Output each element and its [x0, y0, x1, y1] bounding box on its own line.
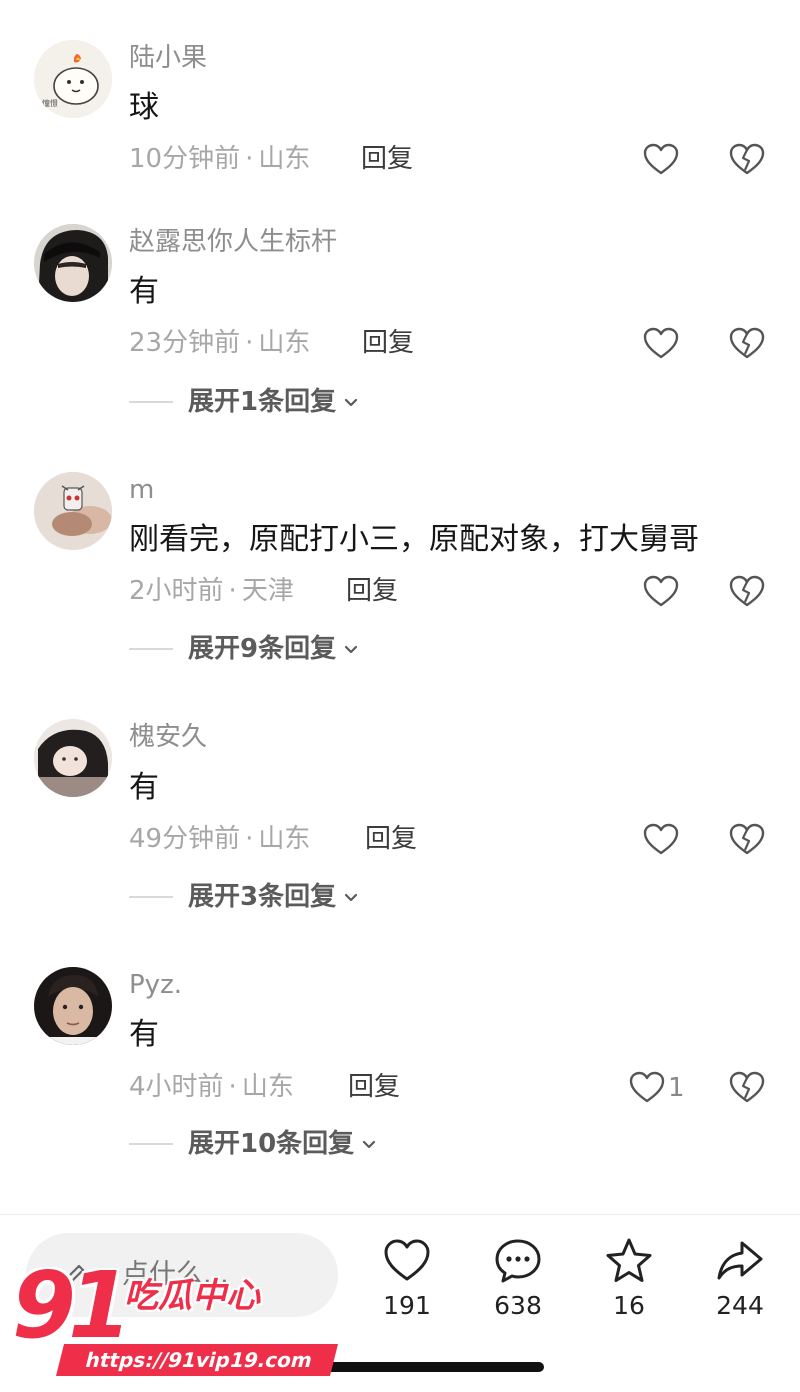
dislike-button[interactable] [727, 1068, 767, 1108]
comments-button[interactable]: 638 [470, 1235, 566, 1323]
girl-cap-photo-icon [34, 224, 112, 302]
watermark-number: 91 [12, 1252, 132, 1359]
avatar[interactable] [34, 967, 112, 1045]
broken-heart-icon [729, 327, 765, 359]
share-button[interactable]: 244 [692, 1235, 788, 1323]
girl-lying-photo-icon [34, 719, 112, 797]
comment-location: 山东 [258, 328, 311, 358]
meta-separator: · [245, 144, 254, 174]
chevron-down-icon [344, 893, 358, 902]
reply-button[interactable]: 回复 [361, 143, 413, 175]
comment-bubble-icon [495, 1239, 541, 1283]
heart-icon [643, 143, 679, 175]
like-video-button[interactable]: 191 [359, 1235, 455, 1323]
heart-icon [384, 1239, 430, 1281]
avatar[interactable] [34, 224, 112, 302]
favorite-count: 16 [613, 1291, 645, 1320]
reply-button[interactable]: 回复 [346, 575, 398, 607]
broken-heart-icon [729, 1071, 765, 1103]
meta-separator: · [228, 1072, 237, 1102]
comment-text: 刚看完，原配打小三，原配对象，打大舅哥 [129, 522, 699, 557]
comment-text: 有 [129, 1017, 159, 1052]
meta-separator: · [245, 824, 254, 854]
broken-heart-icon [729, 823, 765, 855]
comment-meta: 10分钟前 · 山东 [129, 143, 310, 175]
dislike-button[interactable] [727, 324, 767, 364]
divider-dash [129, 648, 173, 650]
expand-replies[interactable]: 展开9条回复 [129, 631, 360, 667]
expand-replies-label: 展开9条回复 [188, 634, 337, 664]
comment-time: 2小时前 [129, 576, 224, 606]
reply-button[interactable]: 回复 [362, 327, 414, 359]
comment-meta: 2小时前 · 天津 [129, 575, 294, 607]
like-count: 191 [383, 1291, 431, 1320]
avatar[interactable] [34, 719, 112, 797]
like-button[interactable] [641, 324, 681, 364]
divider-dash [129, 896, 173, 898]
broken-heart-icon [729, 143, 765, 175]
star-icon [606, 1238, 652, 1282]
comment-time: 10分钟前 [129, 144, 241, 174]
like-count: 1 [668, 1073, 685, 1103]
chevron-down-icon [344, 645, 358, 654]
comment-text: 球 [129, 90, 159, 125]
svg-text:憧憬: 憧憬 [42, 98, 58, 108]
dislike-button[interactable] [727, 820, 767, 860]
comment-username[interactable]: Pyz. [129, 969, 182, 1001]
comment-meta: 23分钟前 · 山东 [129, 327, 310, 359]
share-arrow-icon [717, 1241, 763, 1280]
avatar[interactable]: 憧憬 [34, 40, 112, 118]
comment-location: 天津 [241, 576, 294, 606]
comment-username[interactable]: 槐安久 [129, 721, 207, 753]
comment-time: 23分钟前 [129, 328, 241, 358]
heart-icon [643, 327, 679, 359]
reply-button[interactable]: 回复 [348, 1071, 400, 1103]
watermark-logo: 91 吃瓜中心 https://91vip19.com [4, 1252, 339, 1386]
heart-icon [629, 1071, 665, 1103]
comment-count: 638 [494, 1291, 542, 1320]
comment-username[interactable]: 赵露思你人生标杆 [129, 226, 337, 258]
comment-text: 有 [129, 274, 159, 309]
watermark-url: https://91vip19.com [56, 1344, 339, 1376]
chevron-down-icon [363, 1140, 376, 1149]
favorite-button[interactable]: 16 [581, 1235, 677, 1323]
expand-replies[interactable]: 展开3条回复 [129, 879, 360, 915]
broken-heart-icon [729, 575, 765, 607]
comment-time: 4小时前 [129, 1072, 224, 1102]
comment-location: 山东 [258, 144, 311, 174]
expand-replies-label: 展开3条回复 [188, 882, 337, 912]
young-man-photo-icon [34, 967, 112, 1045]
like-button[interactable] [641, 140, 681, 180]
like-button[interactable] [627, 1068, 667, 1108]
expand-replies[interactable]: 展开10条回复 [129, 1126, 378, 1162]
divider-dash [129, 1143, 173, 1145]
meta-separator: · [228, 576, 237, 606]
comment-location: 山东 [258, 824, 311, 854]
like-button[interactable] [641, 820, 681, 860]
expand-replies-label: 展开1条回复 [188, 387, 337, 417]
comment-location: 山东 [241, 1072, 294, 1102]
comment-meta: 49分钟前 · 山东 [129, 823, 310, 855]
avatar[interactable] [34, 472, 112, 550]
comment-username[interactable]: 陆小果 [129, 42, 207, 74]
comment-meta: 4小时前 · 山东 [129, 1071, 294, 1103]
meta-separator: · [245, 328, 254, 358]
comment-username[interactable]: m [129, 474, 154, 506]
heart-icon [643, 823, 679, 855]
figurine-photo-icon [34, 472, 112, 550]
comment-time: 49分钟前 [129, 824, 241, 854]
expand-replies[interactable]: 展开1条回复 [129, 384, 360, 420]
chevron-down-icon [344, 398, 358, 407]
comment-text: 有 [129, 770, 159, 805]
cartoon-chicken-icon: 憧憬 [34, 40, 112, 118]
heart-icon [643, 575, 679, 607]
like-button[interactable] [641, 572, 681, 612]
divider-dash [129, 401, 173, 403]
dislike-button[interactable] [727, 140, 767, 180]
reply-button[interactable]: 回复 [365, 823, 417, 855]
share-count: 244 [716, 1291, 764, 1320]
dislike-button[interactable] [727, 572, 767, 612]
watermark-name: 吃瓜中心 [124, 1276, 260, 1316]
expand-replies-label: 展开10条回复 [188, 1129, 355, 1159]
